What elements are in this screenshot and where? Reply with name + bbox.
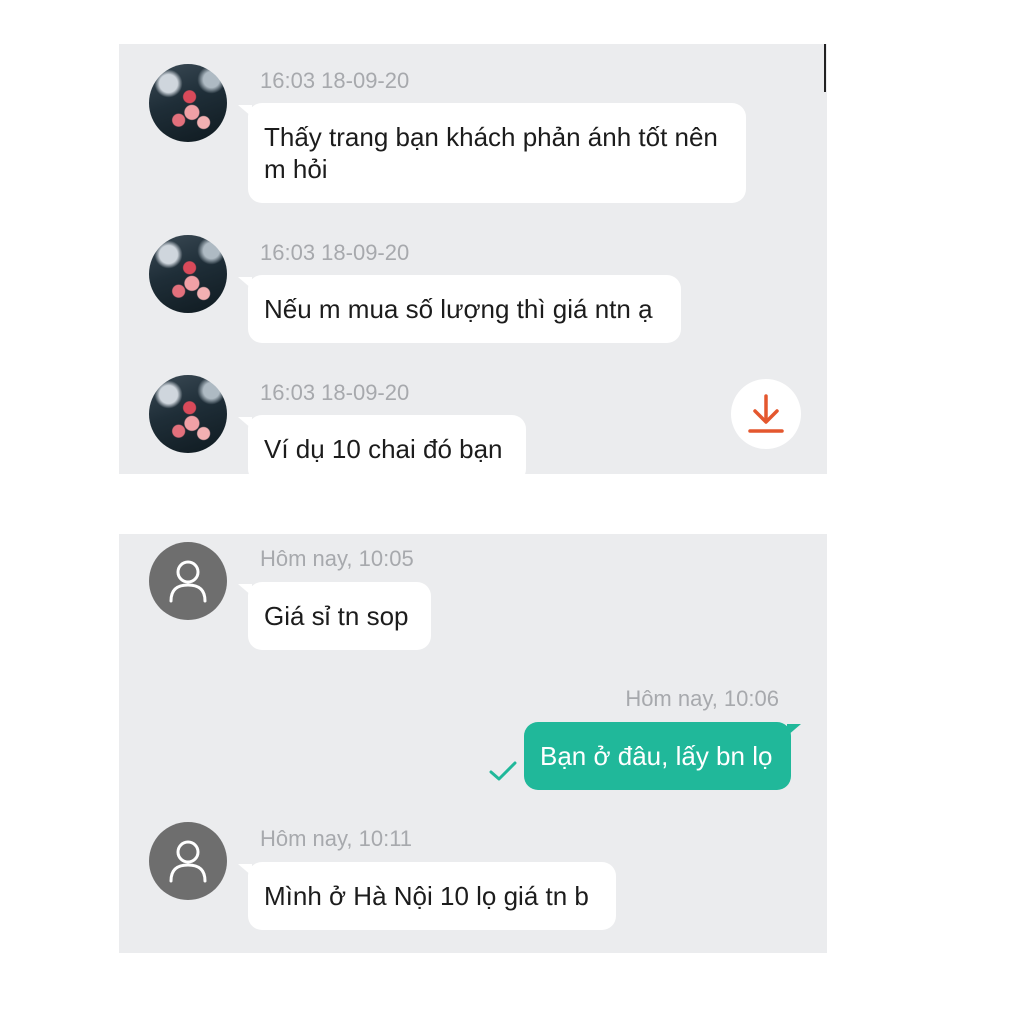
message-timestamp: 16:03 18-09-20 [260,240,410,265]
message-timestamp: Hôm nay, 10:11 [260,826,413,851]
message-timestamp: Hôm nay, 10:05 [260,546,414,571]
contact-avatar[interactable] [149,235,227,313]
message-text: Nếu m mua số lượng thì giá ntn ạ [264,294,653,324]
message-bubble[interactable]: Nếu m mua số lượng thì giá ntn ạ [238,275,681,343]
message-bubble[interactable]: Mình ở Hà Nội 10 lọ giá tn b [238,862,616,930]
message-bubble[interactable]: Thấy trang bạn khách phản ánh tốt nên m … [238,103,746,203]
message-bubble[interactable]: Ví dụ 10 chai đó bạn [238,415,526,474]
message-timestamp: 16:03 18-09-20 [260,380,410,405]
chat-panel-top: 16:03 18-09-20 Thấy trang bạn khách phản… [119,44,827,474]
message-timestamp: 16:03 18-09-20 [260,68,410,93]
message-timestamp: Hôm nay, 10:06 [625,686,779,711]
contact-avatar[interactable] [149,64,227,142]
message-text: Giá sỉ tn sop [264,601,409,631]
check-icon [489,761,517,781]
user-icon [169,840,207,883]
download-icon [748,394,784,433]
message-text: Bạn ở đâu, lấy bn lọ [540,741,773,771]
contact-avatar[interactable] [149,375,227,453]
chat-panel-bottom: Hôm nay, 10:05 Giá sỉ tn sop Hôm nay, 10… [119,534,827,953]
message-bubble[interactable]: Giá sỉ tn sop [238,582,431,650]
user-icon [169,560,207,603]
message-text: Ví dụ 10 chai đó bạn [264,434,503,464]
message-text: Mình ở Hà Nội 10 lọ giá tn b [264,881,589,911]
message-text: Thấy trang bạn khách phản ánh tốt nên m … [264,122,718,184]
text-cursor [824,44,826,92]
message-bubble-sent[interactable]: Bạn ở đâu, lấy bn lọ [524,722,801,790]
scroll-to-bottom-button[interactable] [731,379,801,449]
contact-avatar[interactable] [149,822,227,900]
contact-avatar[interactable] [149,542,227,620]
